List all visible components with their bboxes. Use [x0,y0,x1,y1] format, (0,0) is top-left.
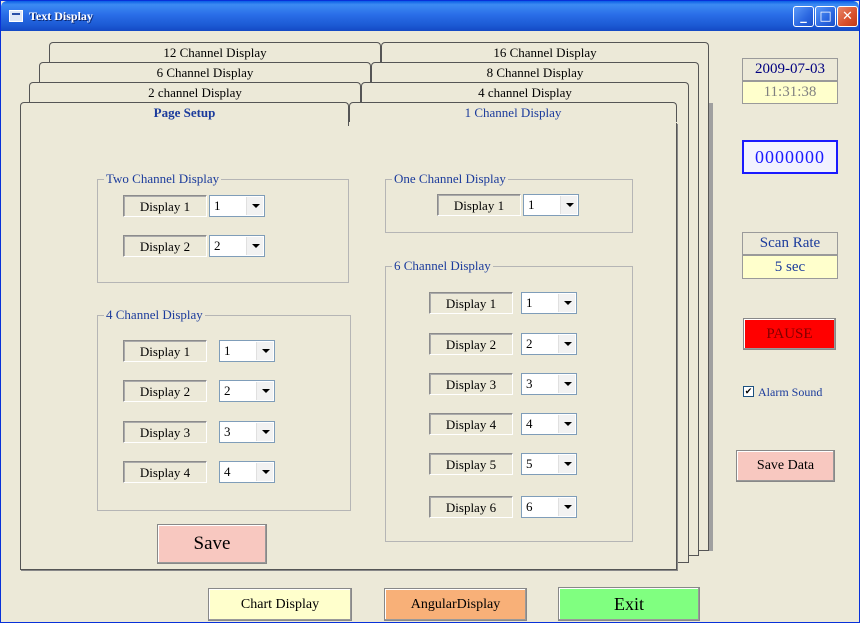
checkbox-check-icon[interactable]: ✔ [743,386,754,397]
save-button[interactable]: Save [157,524,267,564]
chevron-down-icon[interactable] [256,463,273,481]
chevron-down-icon[interactable] [256,382,273,400]
group-title: Two Channel Display [104,171,222,187]
chart-display-button[interactable]: Chart Display [208,588,352,621]
group-title: One Channel Display [392,171,508,187]
display-label: Display 1 [429,292,513,314]
display-select[interactable]: 3 [521,373,577,395]
tab-4-channel[interactable]: 4 channel Display [361,82,689,102]
display-label: Display 3 [429,373,513,395]
window-title: Text Display [29,9,93,23]
select-value: 1 [214,198,221,213]
counter-display: 0000000 [742,140,838,174]
scan-rate-value: 5 sec [742,255,838,279]
minimize-button[interactable]: _ [793,6,814,27]
select-value: 3 [224,424,231,439]
display-label: Display 3 [123,421,207,443]
display-select[interactable]: 4 [521,413,577,435]
maximize-button[interactable]: □ [815,6,836,27]
chevron-down-icon[interactable] [558,455,575,473]
display-select[interactable]: 4 [219,461,275,483]
chevron-down-icon[interactable] [246,197,263,215]
chevron-down-icon[interactable] [558,498,575,516]
group-title: 4 Channel Display [104,307,205,323]
group-two-channel: Two Channel Display Display 1 1 Display … [97,171,349,283]
display-select[interactable]: 2 [521,333,577,355]
select-value: 6 [526,499,533,514]
select-value: 5 [526,456,533,471]
chevron-down-icon[interactable] [246,237,263,255]
close-button[interactable]: ✕ [837,6,858,27]
tab-2-channel[interactable]: 2 channel Display [29,82,361,102]
tab-16-channel[interactable]: 16 Channel Display [381,42,709,62]
time-display: 11:31:38 [742,81,838,104]
tab-12-channel[interactable]: 12 Channel Display [49,42,381,62]
select-value: 2 [214,238,221,253]
display-label: Display 4 [429,413,513,435]
chevron-down-icon[interactable] [558,415,575,433]
display-select[interactable]: 1 [209,195,265,217]
tab-page-setup[interactable]: Page Setup [20,102,349,126]
app-icon [9,10,23,22]
group-one-channel: One Channel Display Display 1 1 [385,171,633,233]
display-select[interactable]: 2 [209,235,265,257]
main-window: Text Display _ □ ✕ 12 Channel Display 16… [0,0,860,623]
angular-display-button[interactable]: AngularDisplay [384,588,527,621]
display-label: Display 1 [437,194,521,216]
display-label: Display 5 [429,453,513,475]
chevron-down-icon[interactable] [558,294,575,312]
chevron-down-icon[interactable] [256,342,273,360]
display-select[interactable]: 1 [219,340,275,362]
display-label: Display 2 [429,333,513,355]
group-title: 6 Channel Display [392,258,493,274]
select-value: 3 [526,376,533,391]
select-value: 1 [528,197,535,212]
select-value: 4 [224,464,231,479]
select-value: 2 [526,336,533,351]
alarm-sound-label: Alarm Sound [758,385,823,399]
select-value: 1 [224,343,231,358]
chevron-down-icon[interactable] [560,196,577,214]
display-label: Display 1 [123,340,207,362]
display-select[interactable]: 3 [219,421,275,443]
display-label: Display 4 [123,461,207,483]
pause-button[interactable]: PAUSE [743,318,836,350]
display-select[interactable]: 6 [521,496,577,518]
chevron-down-icon[interactable] [558,335,575,353]
exit-button[interactable]: Exit [558,587,700,621]
display-select[interactable]: 1 [521,292,577,314]
display-label: Display 6 [429,496,513,518]
tab-8-channel[interactable]: 8 Channel Display [371,62,699,82]
display-select[interactable]: 1 [523,194,579,216]
select-value: 4 [526,416,533,431]
display-label: Display 2 [123,235,207,257]
display-label: Display 2 [123,380,207,402]
date-display: 2009-07-03 [742,58,838,81]
title-bar[interactable]: Text Display _ □ ✕ [1,1,859,31]
group-four-channel: 4 Channel Display Display 1 1 Display 2 … [97,307,351,511]
chevron-down-icon[interactable] [256,423,273,441]
select-value: 1 [526,295,533,310]
tab-6-channel[interactable]: 6 Channel Display [39,62,371,82]
display-label: Display 1 [123,195,207,217]
save-data-button[interactable]: Save Data [736,450,835,482]
display-select[interactable]: 5 [521,453,577,475]
chevron-down-icon[interactable] [558,375,575,393]
select-value: 2 [224,383,231,398]
scan-rate-label: Scan Rate [742,232,838,255]
group-six-channel: 6 Channel Display Display 1 1 Display 2 … [385,258,633,542]
tab-1-channel[interactable]: 1 Channel Display [349,102,677,122]
page-setup-panel: Two Channel Display Display 1 1 Display … [20,123,677,570]
display-select[interactable]: 2 [219,380,275,402]
